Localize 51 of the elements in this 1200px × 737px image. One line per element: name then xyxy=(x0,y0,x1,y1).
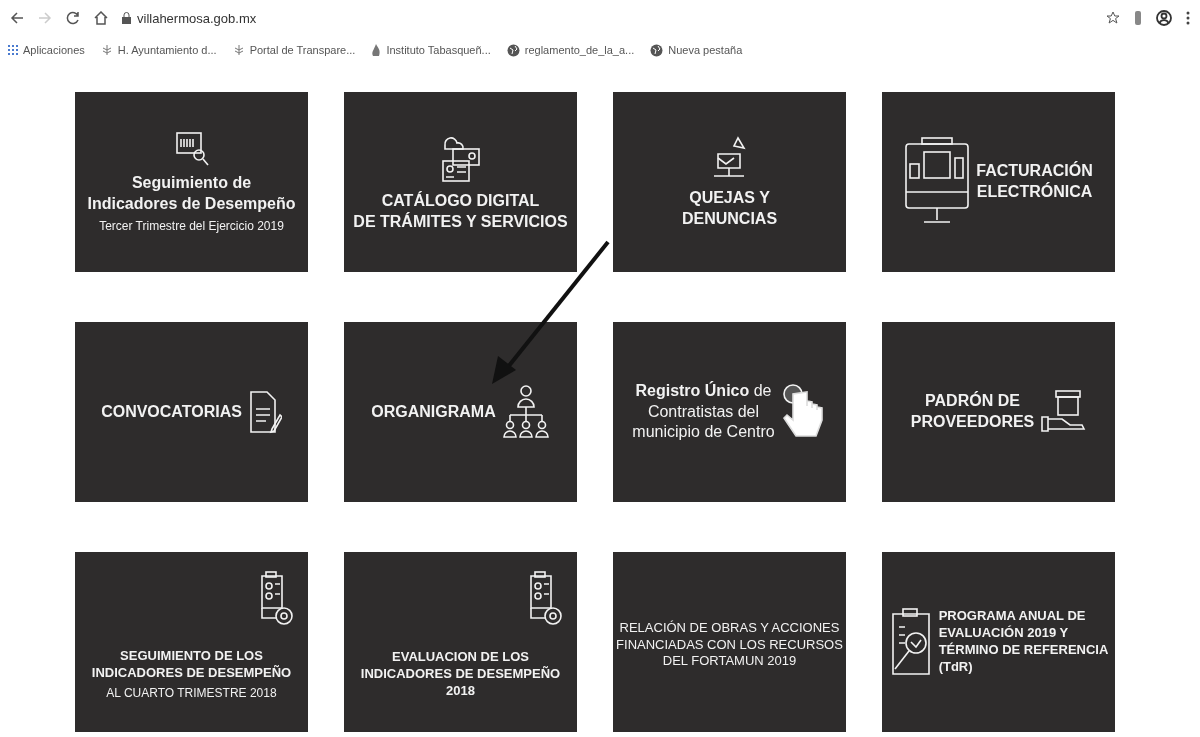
menu-tile[interactable]: ORGANIGRAMA xyxy=(344,322,577,502)
flame-icon xyxy=(371,44,382,56)
bookmark-link[interactable]: Aplicaciones xyxy=(23,44,85,56)
tile-title: FACTURACIÓN ELECTRÓNICA xyxy=(976,161,1093,202)
bookmark-link[interactable]: reglamento_de_la_a... xyxy=(524,44,635,56)
box-hand-icon xyxy=(1040,389,1087,435)
menu-tile[interactable]: PADRÓN DE PROVEEDORES xyxy=(882,322,1115,502)
tile-title: PROGRAMA ANUAL DE EVALUACIÓN 2019 Y TÉRMINO DE REFERENCIA (TdR) xyxy=(938,608,1109,676)
address-bar[interactable]: villahermosa.gob.mx xyxy=(137,10,257,26)
menu-tile[interactable]: PROGRAMA ANUAL DE EVALUACIÓN 2019 Y TÉRMINO DE REFERENCIA (TdR) xyxy=(882,552,1115,732)
menu-tile[interactable]: CONVOCATORIAS xyxy=(75,322,308,502)
tile-title: ORGANIGRAMA xyxy=(371,401,496,422)
lock-icon xyxy=(122,12,131,24)
menu-tile[interactable]: Registro Único de Contratistas del municipio de Centro xyxy=(613,322,846,502)
tile-subtitle: AL CUARTO TRIMESTRE 2018 xyxy=(106,686,277,700)
menu-tile[interactable]: RELACIÓN DE OBRAS Y ACCIONES FINANCIADAS CON LOS RECURSOS DEL FORTAMUN 2019 xyxy=(613,552,846,732)
profile-icon[interactable] xyxy=(1156,10,1172,26)
menu-tile[interactable]: EVALUACION DE LOS INDICADORES DE DESEMPEÑO 2018 xyxy=(344,552,577,732)
tile-title: Seguimiento de Indicadores de Desempeño xyxy=(87,173,296,214)
menu-tile[interactable]: Seguimiento de Indicadores de Desempeño Tercer Trimestre del Ejercicio 2019 xyxy=(75,92,308,272)
tile-title: CONVOCATORIAS xyxy=(101,401,242,422)
bookmark-link[interactable]: Nueva pestaña xyxy=(668,44,743,56)
tile-title: EVALUACION DE LOS INDICADORES DE DESEMPEÑO 2018 xyxy=(360,649,561,700)
tree-icon xyxy=(100,44,113,56)
bookmark-link[interactable]: H. Ayuntamiento d... xyxy=(117,44,217,56)
back-icon[interactable] xyxy=(10,11,24,25)
reload-icon[interactable] xyxy=(66,11,80,25)
document-pen-icon xyxy=(247,389,282,435)
home-icon[interactable] xyxy=(94,11,108,25)
menu-tile[interactable]: FACTURACIÓN ELECTRÓNICA xyxy=(882,92,1115,272)
document-search-icon xyxy=(174,131,209,168)
org-chart-icon xyxy=(501,383,550,441)
bookmark-link[interactable]: Instituto Tabasqueñ... xyxy=(386,44,491,56)
tree-icon xyxy=(232,44,245,56)
menu-tile[interactable]: CATÁLOGO DIGITAL DE TRÁMITES Y SERVICIOS xyxy=(344,92,577,272)
tile-subtitle: Tercer Trimestre del Ejercicio 2019 xyxy=(99,218,284,233)
tile-title: Registro Único de Contratistas del municipio de Centro xyxy=(632,380,775,443)
bookmark-link[interactable]: Portal de Transpare... xyxy=(249,44,356,56)
tile-title: CATÁLOGO DIGITAL DE TRÁMITES Y SERVICIOS xyxy=(353,191,568,232)
extension-icon[interactable] xyxy=(1134,11,1142,25)
menu-icon[interactable] xyxy=(1186,11,1190,25)
menu-tile[interactable]: SEGUIMIENTO DE LOS INDICADORES DE DESEMPEÑO AL CUARTO TRIMESTRE 2018 xyxy=(75,552,308,732)
tile-title: QUEJAS Y DENUNCIAS xyxy=(681,188,778,229)
apps-grid-icon xyxy=(8,45,18,55)
menu-tile[interactable]: QUEJAS Y DENUNCIAS xyxy=(613,92,846,272)
tile-title: PADRÓN DE PROVEEDORES xyxy=(910,391,1035,432)
globe-icon xyxy=(506,43,520,57)
star-icon[interactable] xyxy=(1106,11,1120,25)
tile-title: RELACIÓN DE OBRAS Y ACCIONES FINANCIADAS CON LOS RECURSOS DEL FORTAMUN 2019 xyxy=(616,619,843,671)
globe-icon xyxy=(650,43,664,57)
tile-title: SEGUIMIENTO DE LOS INDICADORES DE DESEMPEÑO xyxy=(91,648,292,682)
